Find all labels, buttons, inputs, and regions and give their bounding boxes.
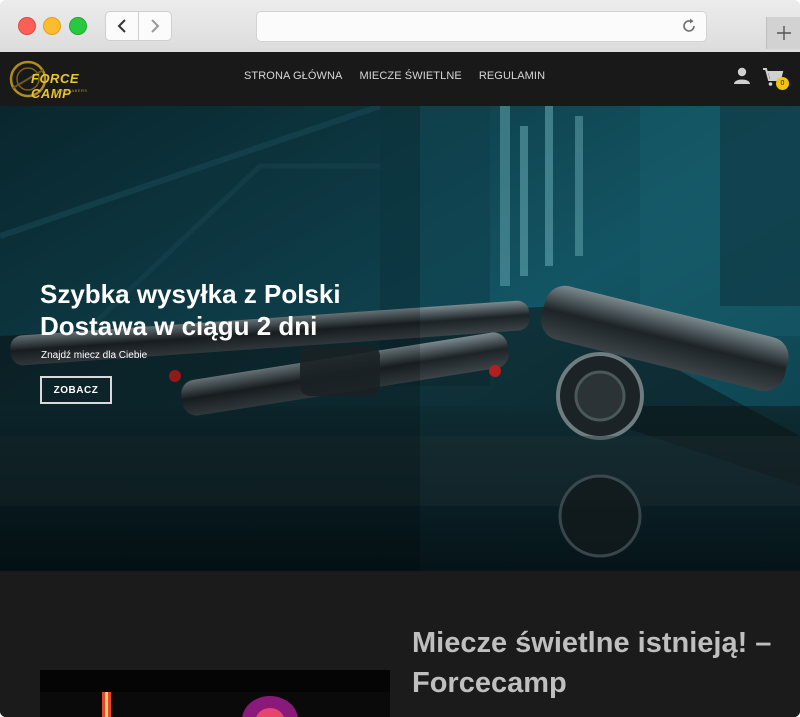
- section-title: Miecze świetlne istnieją! – Forcecamp: [412, 627, 772, 699]
- lightsaber-glow-image: [40, 670, 390, 717]
- forward-button[interactable]: [138, 11, 172, 41]
- nav-link-terms[interactable]: REGULAMIN: [479, 70, 545, 82]
- intro-section: Miecze świetlne istnieją! – Forcecamp: [0, 571, 800, 717]
- web-page: FORCE CAMP LIGHTSABERS STRONA GŁÓWNA MIE…: [0, 52, 800, 717]
- site-header: FORCE CAMP LIGHTSABERS STRONA GŁÓWNA MIE…: [0, 52, 800, 106]
- address-bar[interactable]: [256, 11, 707, 42]
- logo-subtext: LIGHTSABERS: [54, 88, 88, 93]
- nav-link-home[interactable]: STRONA GŁÓWNA: [244, 70, 342, 82]
- reload-icon[interactable]: [680, 17, 698, 35]
- back-button[interactable]: [105, 11, 139, 41]
- minimize-window-button[interactable]: [43, 17, 61, 35]
- hero-cta-button[interactable]: ZOBACZ: [40, 376, 112, 404]
- user-account-icon[interactable]: [733, 67, 751, 85]
- nav-link-lightsabers[interactable]: MIECZE ŚWIETLNE: [359, 70, 461, 82]
- plus-icon: [776, 26, 791, 40]
- cart-count-badge: 0: [776, 77, 789, 90]
- chevron-right-icon: [151, 19, 160, 33]
- maximize-window-button[interactable]: [69, 17, 87, 35]
- hero-banner: Szybka wysyłka z Polski Dostawa w ciągu …: [0, 106, 800, 571]
- new-tab-button[interactable]: [766, 17, 800, 49]
- main-navigation: STRONA GŁÓWNA MIECZE ŚWIETLNE REGULAMIN: [244, 70, 545, 82]
- section-image: [40, 670, 390, 717]
- browser-window: FORCE CAMP LIGHTSABERS STRONA GŁÓWNA MIE…: [0, 0, 800, 717]
- close-window-button[interactable]: [18, 17, 36, 35]
- logo-text: FORCE CAMP: [31, 71, 79, 101]
- chevron-left-icon: [117, 19, 126, 33]
- hero-title: Szybka wysyłka z Polski Dostawa w ciągu …: [40, 279, 341, 341]
- browser-toolbar: [0, 0, 800, 53]
- hero-subtitle: Znajdź miecz dla Ciebie: [41, 350, 148, 361]
- site-logo[interactable]: FORCE CAMP LIGHTSABERS: [9, 58, 119, 101]
